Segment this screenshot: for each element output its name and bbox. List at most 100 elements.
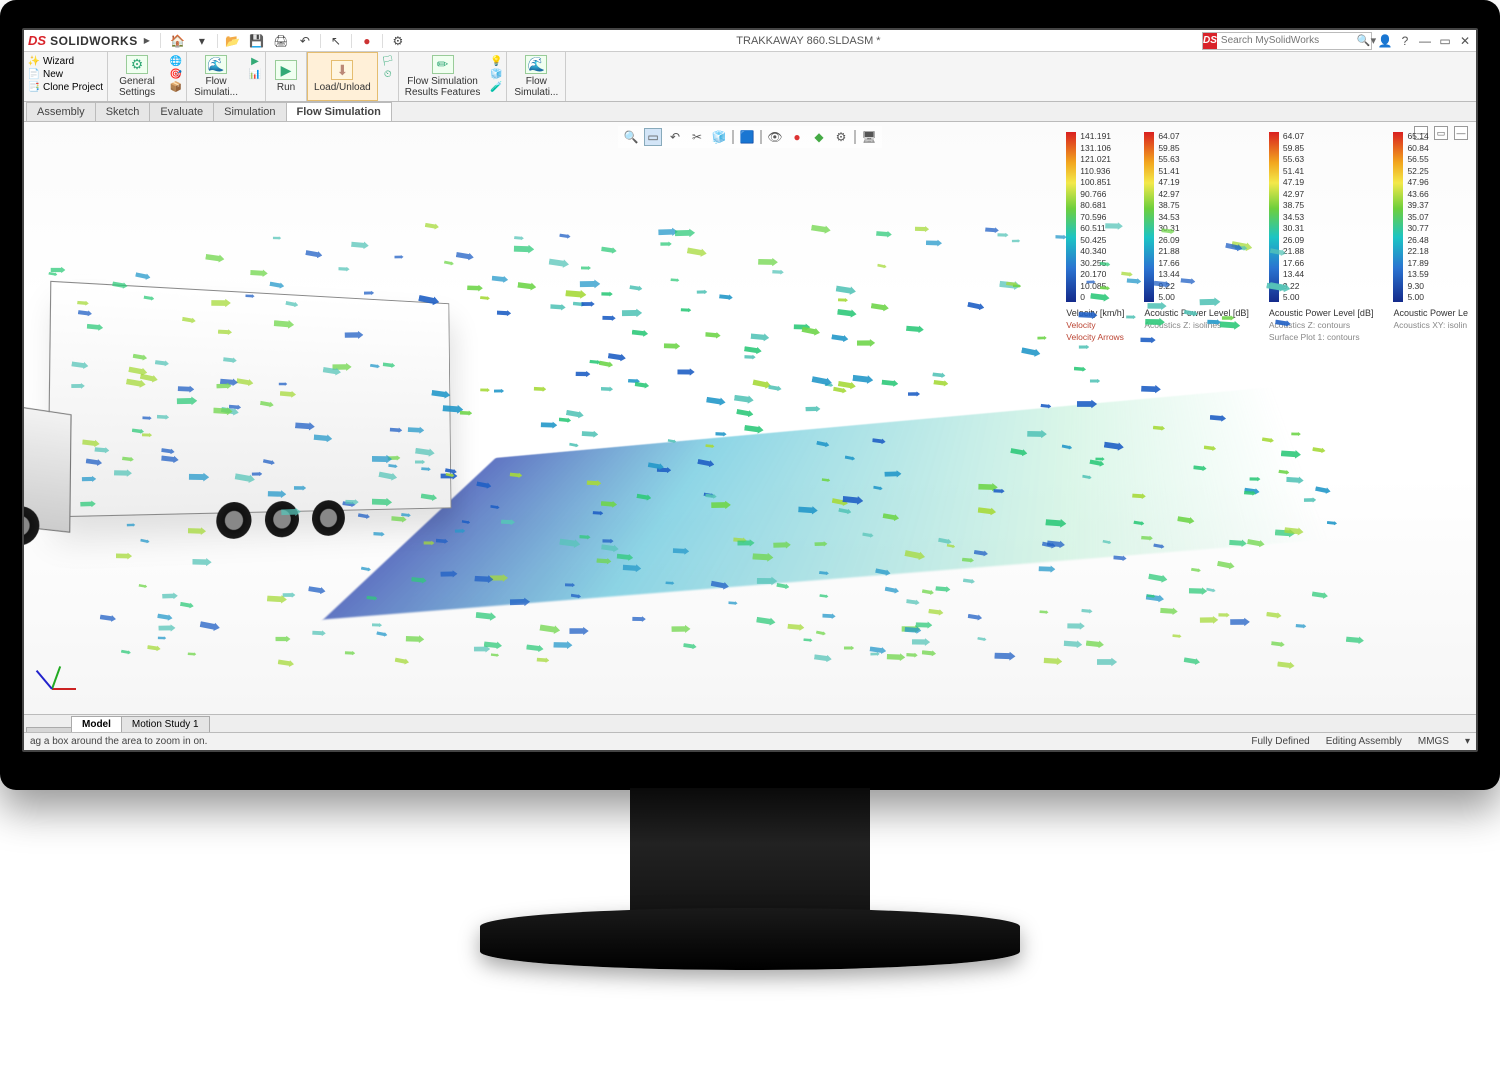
restore-icon[interactable]: ▭ — [1438, 34, 1452, 48]
rebuild-icon[interactable]: ● — [358, 33, 376, 49]
velocity-arrow — [1270, 247, 1287, 257]
save-icon[interactable]: 💾 — [248, 33, 266, 49]
status-units[interactable]: MMGS — [1418, 736, 1449, 747]
tab-flow-simulation[interactable]: Flow Simulation — [286, 102, 392, 121]
velocity-arrow — [559, 232, 571, 238]
view-settings-icon[interactable]: ⚙ — [832, 128, 850, 146]
flow-sim-button-1[interactable]: 🌊 Flow Simulati... — [187, 52, 245, 101]
velocity-arrow — [1153, 543, 1165, 550]
velocity-arrow — [161, 447, 175, 455]
mini-btn-3[interactable]: 📦 — [170, 81, 182, 93]
search-dropdown-icon[interactable]: ▾ — [1371, 34, 1377, 47]
velocity-arrow — [1217, 559, 1236, 570]
user-icon[interactable]: 👤 — [1378, 34, 1392, 48]
display-style-icon[interactable]: 🟦 — [738, 128, 756, 146]
velocity-arrow — [837, 308, 857, 319]
tab-assembly[interactable]: Assembly — [26, 102, 96, 121]
tab-evaluate[interactable]: Evaluate — [149, 102, 214, 121]
velocity-arrow — [936, 586, 951, 594]
velocity-arrow — [480, 388, 490, 392]
velocity-arrow — [1207, 319, 1221, 325]
velocity-arrow — [1099, 261, 1110, 267]
new-doc-icon[interactable]: ▾ — [193, 33, 211, 49]
mini-btn-4[interactable]: ▶ — [249, 55, 261, 67]
minimize-icon[interactable]: — — [1418, 34, 1432, 48]
velocity-arrow — [1183, 657, 1200, 667]
titlebar-right: DS 🔍 ▾ 👤 ? — ▭ ✕ — [1202, 32, 1472, 50]
velocity-arrow — [883, 513, 900, 523]
velocity-arrow — [978, 636, 988, 641]
tab-sketch[interactable]: Sketch — [95, 102, 151, 121]
velocity-arrow — [268, 489, 287, 497]
run-button[interactable]: ▶ Run — [266, 52, 306, 101]
open-icon[interactable]: 📂 — [224, 33, 242, 49]
orientation-triad[interactable] — [42, 660, 82, 700]
view-orient-icon[interactable]: 🧊 — [710, 128, 728, 146]
velocity-arrow — [602, 538, 613, 543]
btab-motion-study[interactable]: Motion Study 1 — [121, 716, 210, 732]
wizard-button[interactable]: ✨Wizard — [28, 55, 103, 67]
help-icon[interactable]: ? — [1398, 34, 1412, 48]
zoom-fit-icon[interactable]: 🔍 — [622, 128, 640, 146]
mini-btn-9[interactable]: 🧊 — [490, 68, 502, 80]
velocity-arrow — [378, 470, 398, 481]
home-icon[interactable]: 🏠 — [169, 33, 187, 49]
mini-btn-5[interactable]: 📊 — [249, 68, 261, 80]
velocity-arrow — [1061, 444, 1072, 451]
velocity-arrow — [274, 319, 295, 329]
undo-icon[interactable]: ↶ — [296, 33, 314, 49]
clone-button[interactable]: 📑Clone Project — [28, 81, 103, 93]
velocity-arrow — [77, 300, 89, 306]
velocity-arrow — [1096, 457, 1105, 461]
section-view-icon[interactable]: ✂ — [688, 128, 706, 146]
monitor-base — [480, 908, 1020, 970]
search-box[interactable]: DS 🔍 ▾ — [1202, 32, 1372, 50]
velocity-arrow — [157, 612, 173, 621]
velocity-arrow — [680, 307, 691, 312]
search-input[interactable] — [1217, 35, 1357, 46]
btab-model[interactable]: Model — [71, 716, 122, 732]
mini-btn-6[interactable]: 🏳 — [382, 55, 394, 67]
velocity-arrow — [1090, 292, 1110, 303]
velocity-arrow — [283, 592, 296, 598]
velocity-arrow — [250, 269, 268, 277]
status-menu-icon[interactable]: ▾ — [1465, 736, 1470, 747]
tab-simulation[interactable]: Simulation — [213, 102, 286, 121]
results-icon: ✏ — [432, 55, 454, 74]
print-icon[interactable]: 🖨 — [272, 33, 290, 49]
velocity-arrow — [514, 235, 524, 240]
mini-btn-10[interactable]: 🧪 — [490, 81, 502, 93]
general-settings-button[interactable]: ⚙ General Settings — [108, 52, 166, 101]
velocity-arrow — [421, 493, 438, 502]
viewport-icon[interactable]: 🖥 — [860, 128, 878, 146]
velocity-arrow — [188, 652, 197, 656]
mini-btn-8[interactable]: 💡 — [490, 55, 502, 67]
velocity-arrow — [278, 659, 295, 668]
new-button[interactable]: 📄New — [28, 68, 103, 80]
search-icon[interactable]: 🔍 — [1357, 34, 1371, 47]
flow-results-button[interactable]: ✏ Flow Simulation Results Features — [399, 52, 487, 101]
velocity-arrow — [554, 640, 573, 649]
prev-view-icon[interactable]: ↶ — [666, 128, 684, 146]
mini-btn-1[interactable]: 🌐 — [170, 55, 182, 67]
mini-btn-7[interactable]: ⏲ — [382, 68, 394, 80]
viewport[interactable]: 🔍 ▭ ↶ ✂ 🧊 🟦 👁 ● ◆ ⚙ 🖥 — ▭ — — [24, 122, 1476, 714]
options-icon[interactable]: ⚙ — [389, 33, 407, 49]
velocity-arrow — [389, 427, 402, 433]
flow-sim-button-2[interactable]: 🌊 Flow Simulati... — [507, 52, 565, 101]
velocity-arrow — [601, 386, 613, 392]
load-unload-button[interactable]: ⬇ Load/Unload — [307, 52, 378, 101]
velocity-arrow — [1100, 285, 1110, 290]
brand-menu[interactable]: DS SOLIDWORKS ▶ — [28, 33, 161, 48]
scene-icon[interactable]: ◆ — [810, 128, 828, 146]
mini-btn-2[interactable]: 🎯 — [170, 68, 182, 80]
velocity-arrow — [1230, 618, 1250, 627]
zoom-area-icon[interactable]: ▭ — [644, 128, 662, 146]
hide-show-icon[interactable]: 👁 — [766, 128, 784, 146]
velocity-arrow — [95, 447, 110, 455]
velocity-arrow — [121, 456, 133, 462]
select-icon[interactable]: ↖ — [327, 33, 345, 49]
appearance-icon[interactable]: ● — [788, 128, 806, 146]
velocity-arrow — [158, 636, 167, 640]
close-icon[interactable]: ✕ — [1458, 34, 1472, 48]
